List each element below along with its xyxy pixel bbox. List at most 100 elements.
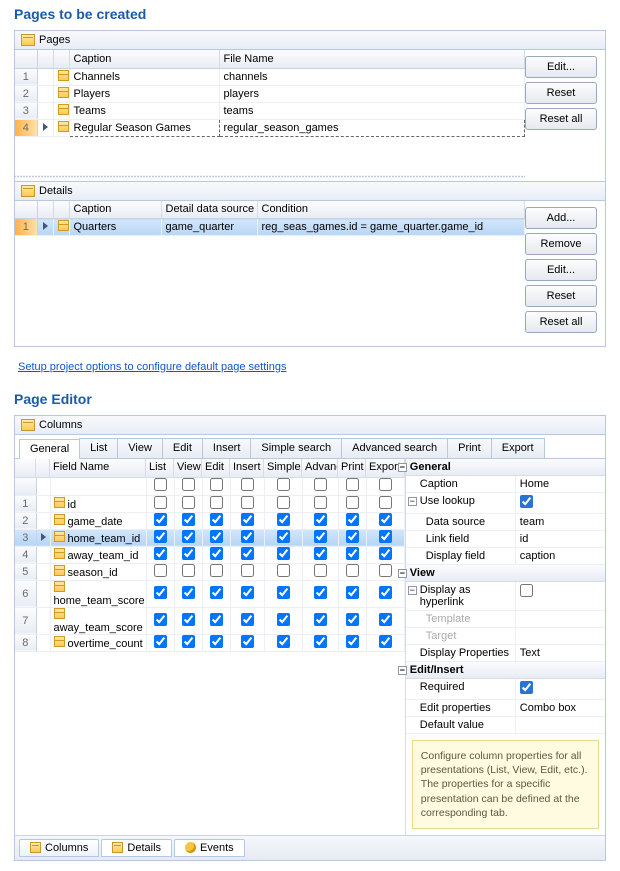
cell-checkbox[interactable] bbox=[154, 547, 167, 560]
cell-checkbox[interactable] bbox=[346, 530, 359, 543]
cell-checkbox[interactable] bbox=[277, 613, 290, 626]
tab-print[interactable]: Print bbox=[447, 438, 492, 458]
insert-all-checkbox[interactable] bbox=[241, 478, 254, 491]
list-all-checkbox[interactable] bbox=[154, 478, 167, 491]
col-edit[interactable]: Edit bbox=[202, 459, 230, 477]
cell-checkbox[interactable] bbox=[210, 513, 223, 526]
reset-button[interactable]: Reset bbox=[525, 285, 597, 307]
cell-checkbox[interactable] bbox=[379, 635, 392, 648]
col-list[interactable]: List bbox=[146, 459, 174, 477]
cell-checkbox[interactable] bbox=[277, 547, 290, 560]
cell-checkbox[interactable] bbox=[346, 564, 359, 577]
cell-checkbox[interactable] bbox=[241, 496, 254, 509]
edit-all-checkbox[interactable] bbox=[210, 478, 223, 491]
remove-button[interactable]: Remove bbox=[525, 233, 597, 255]
cell-checkbox[interactable] bbox=[314, 586, 327, 599]
cell-checkbox[interactable] bbox=[379, 496, 392, 509]
cell-checkbox[interactable] bbox=[210, 530, 223, 543]
column-row[interactable]: 4away_team_id bbox=[15, 546, 404, 563]
cell-checkbox[interactable] bbox=[182, 547, 195, 560]
simple-all-checkbox[interactable] bbox=[277, 478, 290, 491]
cell-checkbox[interactable] bbox=[314, 513, 327, 526]
cell-checkbox[interactable] bbox=[154, 613, 167, 626]
cell-checkbox[interactable] bbox=[379, 530, 392, 543]
resetall-button[interactable]: Reset all bbox=[525, 108, 597, 130]
btab-details[interactable]: Details bbox=[101, 839, 172, 857]
pages-col-filename[interactable]: File Name bbox=[219, 50, 525, 68]
prop-dp-val[interactable]: Text bbox=[516, 645, 605, 661]
export-all-checkbox[interactable] bbox=[379, 478, 392, 491]
table-row[interactable]: 2 Players players bbox=[15, 85, 525, 102]
table-row[interactable]: 3 Teams teams bbox=[15, 102, 525, 119]
required-checkbox[interactable] bbox=[520, 681, 533, 694]
pages-col-caption[interactable]: Caption bbox=[69, 50, 219, 68]
cell-checkbox[interactable] bbox=[379, 547, 392, 560]
cell-checkbox[interactable] bbox=[182, 635, 195, 648]
details-table[interactable]: Caption Detail data source Condition 1 Q… bbox=[15, 201, 525, 237]
cell-checkbox[interactable] bbox=[182, 613, 195, 626]
resetall-button[interactable]: Reset all bbox=[525, 311, 597, 333]
cell-checkbox[interactable] bbox=[154, 586, 167, 599]
cell-checkbox[interactable] bbox=[154, 496, 167, 509]
column-row[interactable]: 2game_date bbox=[15, 512, 404, 529]
column-row[interactable]: 5season_id bbox=[15, 563, 404, 580]
collapse-icon[interactable]: − bbox=[398, 569, 407, 578]
prop-df-val[interactable]: caption bbox=[516, 548, 605, 564]
tab-view[interactable]: View bbox=[117, 438, 163, 458]
col-fieldname[interactable]: Field Name bbox=[50, 459, 146, 477]
table-row[interactable]: 1 Channels channels bbox=[15, 68, 525, 85]
cell-checkbox[interactable] bbox=[277, 530, 290, 543]
btab-columns[interactable]: Columns bbox=[19, 839, 99, 857]
cell-checkbox[interactable] bbox=[346, 547, 359, 560]
col-view[interactable]: View bbox=[174, 459, 202, 477]
tab-export[interactable]: Export bbox=[491, 438, 545, 458]
edit-button[interactable]: Edit... bbox=[525, 56, 597, 78]
col-adv[interactable]: Advanc bbox=[302, 459, 338, 477]
print-all-checkbox[interactable] bbox=[346, 478, 359, 491]
cell-checkbox[interactable] bbox=[241, 547, 254, 560]
add-button[interactable]: Add... bbox=[525, 207, 597, 229]
adv-all-checkbox[interactable] bbox=[314, 478, 327, 491]
cell-checkbox[interactable] bbox=[277, 635, 290, 648]
prop-caption-val[interactable]: Home bbox=[516, 476, 605, 492]
view-all-checkbox[interactable] bbox=[182, 478, 195, 491]
cell-checkbox[interactable] bbox=[346, 513, 359, 526]
col-simple[interactable]: Simple s bbox=[264, 459, 302, 477]
cell-checkbox[interactable] bbox=[210, 586, 223, 599]
collapse-icon[interactable]: − bbox=[398, 666, 407, 675]
col-insert[interactable]: Insert bbox=[230, 459, 264, 477]
setup-link[interactable]: Setup project options to configure defau… bbox=[18, 361, 286, 373]
pages-table[interactable]: Caption File Name 1 Channels channels 2 … bbox=[15, 50, 525, 137]
cell-checkbox[interactable] bbox=[154, 564, 167, 577]
cell-checkbox[interactable] bbox=[346, 613, 359, 626]
cell-checkbox[interactable] bbox=[154, 635, 167, 648]
column-row[interactable]: 7away_team_score bbox=[15, 607, 404, 634]
prop-ep-val[interactable]: Combo box bbox=[516, 700, 605, 716]
cell-checkbox[interactable] bbox=[182, 586, 195, 599]
cell-checkbox[interactable] bbox=[154, 513, 167, 526]
tab-advanced-search[interactable]: Advanced search bbox=[341, 438, 448, 458]
cell-checkbox[interactable] bbox=[314, 635, 327, 648]
details-col-caption[interactable]: Caption bbox=[69, 201, 161, 219]
cell-checkbox[interactable] bbox=[241, 530, 254, 543]
cell-checkbox[interactable] bbox=[346, 635, 359, 648]
prop-lf-val[interactable]: id bbox=[516, 531, 605, 547]
cell-checkbox[interactable] bbox=[346, 586, 359, 599]
uselookup-checkbox[interactable] bbox=[520, 495, 533, 508]
cell-checkbox[interactable] bbox=[314, 564, 327, 577]
tab-general[interactable]: General bbox=[19, 439, 80, 459]
cell-checkbox[interactable] bbox=[314, 530, 327, 543]
column-row[interactable]: 1id bbox=[15, 495, 404, 512]
cell-checkbox[interactable] bbox=[277, 513, 290, 526]
cell-checkbox[interactable] bbox=[241, 564, 254, 577]
edit-button[interactable]: Edit... bbox=[525, 259, 597, 281]
prop-ds-val[interactable]: team bbox=[516, 514, 605, 530]
cell-checkbox[interactable] bbox=[210, 496, 223, 509]
cell-checkbox[interactable] bbox=[277, 496, 290, 509]
collapse-icon[interactable]: − bbox=[398, 463, 407, 472]
cell-checkbox[interactable] bbox=[379, 613, 392, 626]
tab-simple-search[interactable]: Simple search bbox=[250, 438, 342, 458]
cell-checkbox[interactable] bbox=[277, 564, 290, 577]
cell-checkbox[interactable] bbox=[379, 586, 392, 599]
reset-button[interactable]: Reset bbox=[525, 82, 597, 104]
